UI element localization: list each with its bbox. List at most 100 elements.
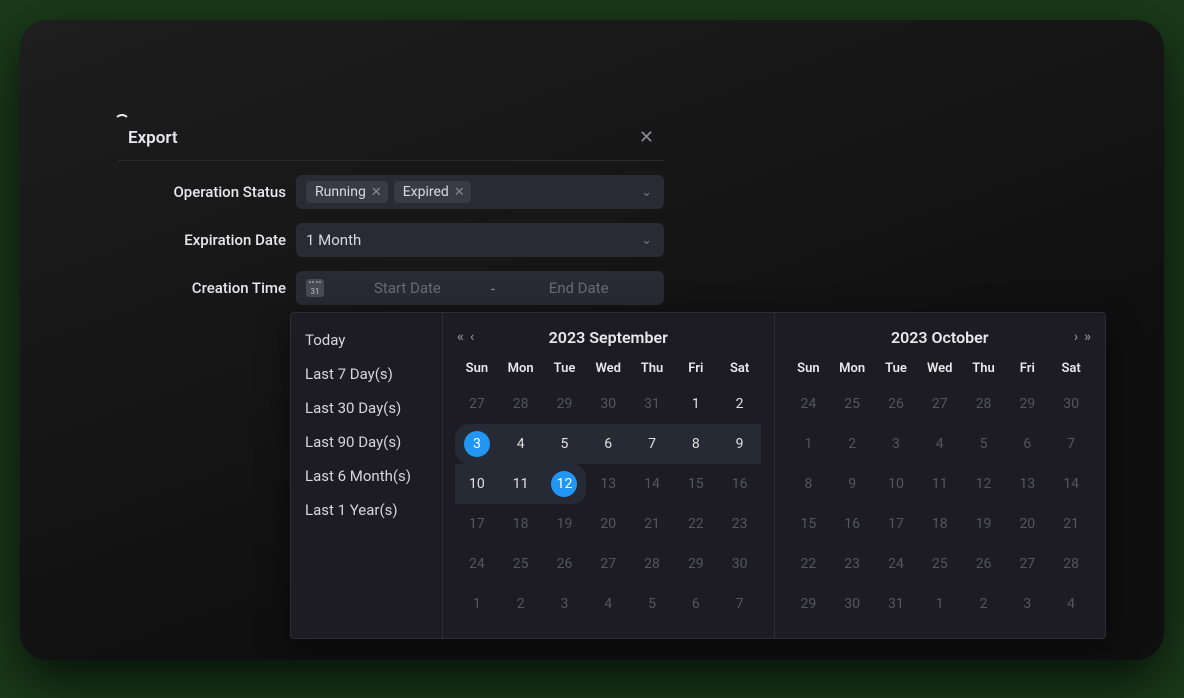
calendar-day: 29 xyxy=(787,584,831,624)
calendar-day: 19 xyxy=(543,504,587,544)
preset-item[interactable]: Last 90 Day(s) xyxy=(291,425,442,459)
calendar-day: 17 xyxy=(874,504,918,544)
calendar-day: 13 xyxy=(586,464,630,504)
calendar-day: 24 xyxy=(455,544,499,584)
calendar-day: 4 xyxy=(1049,584,1093,624)
preset-list: TodayLast 7 Day(s)Last 30 Day(s)Last 90 … xyxy=(291,313,443,638)
calendar-day: 3 xyxy=(874,424,918,464)
next-month-icon[interactable]: › xyxy=(1074,329,1078,345)
calendar-day[interactable]: 1 xyxy=(674,384,718,424)
calendar-left: « ‹ 2023 September SunMonTueWedThuFriSat… xyxy=(443,313,774,638)
calendar-day: 10 xyxy=(874,464,918,504)
status-tag: Expired✕ xyxy=(394,181,471,203)
calendar-day: 28 xyxy=(962,384,1006,424)
row-operation-status: Operation Status Running✕ Expired✕ ⌄ xyxy=(118,175,664,209)
preset-item[interactable]: Today xyxy=(291,323,442,357)
calendar-day: 27 xyxy=(455,384,499,424)
calendar-day: 15 xyxy=(787,504,831,544)
calendar-day: 28 xyxy=(630,544,674,584)
calendar-day[interactable]: 4 xyxy=(499,424,543,464)
calendar-day: 5 xyxy=(630,584,674,624)
calendar-day: 3 xyxy=(543,584,587,624)
end-date-placeholder: End Date xyxy=(503,279,654,297)
calendar-day: 29 xyxy=(674,544,718,584)
calendar-right-grid: SunMonTueWedThuFriSat2425262728293012345… xyxy=(787,353,1094,624)
label-creation-time: Creation Time xyxy=(118,279,286,297)
calendar-day: 11 xyxy=(918,464,962,504)
chevron-down-icon: ⌄ xyxy=(641,233,652,248)
calendar-day: 1 xyxy=(455,584,499,624)
calendar-left-header: « ‹ 2023 September xyxy=(455,321,762,353)
day-of-week: Mon xyxy=(499,353,543,384)
day-of-week: Thu xyxy=(630,353,674,384)
day-of-week: Sat xyxy=(1049,353,1093,384)
expiration-date-select[interactable]: 1 Month ⌄ xyxy=(296,223,664,257)
calendar-day: 1 xyxy=(787,424,831,464)
calendar-day[interactable]: 10 xyxy=(455,464,499,504)
calendar-day: 15 xyxy=(674,464,718,504)
tag-remove-icon[interactable]: ✕ xyxy=(371,185,382,200)
day-of-week: Thu xyxy=(962,353,1006,384)
preset-item[interactable]: Last 6 Month(s) xyxy=(291,459,442,493)
calendar-day[interactable]: 5 xyxy=(543,424,587,464)
day-of-week: Tue xyxy=(543,353,587,384)
next-year-icon[interactable]: » xyxy=(1084,329,1091,345)
calendar-day: 22 xyxy=(674,504,718,544)
day-of-week: Wed xyxy=(586,353,630,384)
calendar-day: 1 xyxy=(918,584,962,624)
calendar-right-header: 2023 October › » xyxy=(787,321,1094,353)
calendar-day: 24 xyxy=(874,544,918,584)
calendar-day: 6 xyxy=(674,584,718,624)
calendar-day: 8 xyxy=(787,464,831,504)
close-icon[interactable]: ✕ xyxy=(639,129,654,147)
row-expiration-date: Expiration Date 1 Month ⌄ xyxy=(118,223,664,257)
calendar-day: 7 xyxy=(1049,424,1093,464)
export-form: Operation Status Running✕ Expired✕ ⌄ Expi… xyxy=(118,161,664,305)
prev-year-icon[interactable]: « xyxy=(457,329,464,345)
preset-item[interactable]: Last 1 Year(s) xyxy=(291,493,442,527)
calendar-day: 25 xyxy=(499,544,543,584)
calendar-day: 21 xyxy=(630,504,674,544)
calendar-day[interactable]: 8 xyxy=(674,424,718,464)
export-dialog: Export ✕ Operation Status Running✕Expire… xyxy=(118,128,664,319)
calendar-day: 28 xyxy=(1049,544,1093,584)
day-of-week: Fri xyxy=(1005,353,1049,384)
preset-item[interactable]: Last 7 Day(s) xyxy=(291,357,442,391)
calendar-day[interactable]: 12 xyxy=(543,464,587,504)
row-creation-time: Creation Time 31 Start Date - End Date xyxy=(118,271,664,305)
day-of-week: Sun xyxy=(787,353,831,384)
calendar-day[interactable]: 9 xyxy=(718,424,762,464)
label-operation-status: Operation Status xyxy=(118,183,286,201)
calendar-day: 20 xyxy=(1005,504,1049,544)
calendar-day: 27 xyxy=(586,544,630,584)
calendar-right: 2023 October › » SunMonTueWedThuFriSat24… xyxy=(774,313,1106,638)
calendar-right-title: 2023 October xyxy=(891,328,989,347)
day-of-week: Sat xyxy=(718,353,762,384)
operation-status-select[interactable]: Running✕ Expired✕ ⌄ xyxy=(296,175,664,209)
calendar-day: 13 xyxy=(1005,464,1049,504)
calendar-day: 26 xyxy=(962,544,1006,584)
calendar-day: 23 xyxy=(830,544,874,584)
creation-time-range[interactable]: 31 Start Date - End Date xyxy=(296,271,664,305)
tag-remove-icon[interactable]: ✕ xyxy=(454,185,465,200)
calendar-day: 17 xyxy=(455,504,499,544)
calendar-day[interactable]: 11 xyxy=(499,464,543,504)
calendar-day[interactable]: 3 xyxy=(455,424,499,464)
day-of-week: Mon xyxy=(830,353,874,384)
status-tag: Running✕ xyxy=(306,181,388,203)
calendar-day[interactable]: 2 xyxy=(718,384,762,424)
calendar-day: 18 xyxy=(499,504,543,544)
calendar-day: 22 xyxy=(787,544,831,584)
calendar-day[interactable]: 6 xyxy=(586,424,630,464)
calendar-day: 14 xyxy=(630,464,674,504)
calendar-day: 29 xyxy=(1005,384,1049,424)
preset-item[interactable]: Last 30 Day(s) xyxy=(291,391,442,425)
calendar-day: 12 xyxy=(962,464,1006,504)
calendar-day: 31 xyxy=(874,584,918,624)
chevron-down-icon: ⌄ xyxy=(641,185,652,200)
app-window: Export ✕ Operation Status Running✕Expire… xyxy=(20,20,1164,660)
prev-month-icon[interactable]: ‹ xyxy=(470,329,474,345)
calendar-day: 27 xyxy=(1005,544,1049,584)
calendar-day[interactable]: 7 xyxy=(630,424,674,464)
calendar-day: 30 xyxy=(586,384,630,424)
